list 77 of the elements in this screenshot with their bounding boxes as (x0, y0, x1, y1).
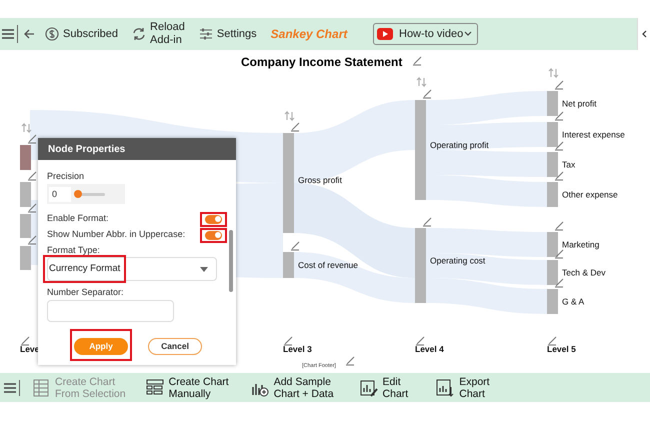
sort-icon (284, 110, 294, 122)
pencil-icon (28, 236, 36, 244)
node-label: Gross profit (298, 175, 342, 185)
toolbar-button[interactable]: Create Chart Manually (146, 376, 229, 400)
node-label: Tax (562, 160, 576, 170)
caret-icon (464, 31, 472, 37)
chart-title: Company Income Statement (241, 54, 402, 71)
dropdown-value: Currency Format (43, 255, 126, 283)
pencil-icon (284, 336, 292, 346)
pencil-icon (20, 336, 30, 346)
field-label: Number Separator: (47, 286, 125, 298)
node-label: Net profit (562, 98, 596, 108)
level-label: Level 5 (547, 344, 576, 354)
pencil-icon (554, 112, 564, 120)
level-label: Level 4 (415, 344, 444, 354)
menu-icon[interactable] (1, 28, 15, 40)
node-label: Interest expense (562, 130, 625, 140)
dollar-coin-icon (45, 27, 59, 41)
pencil-icon (554, 172, 564, 180)
sliders-icon (198, 27, 213, 41)
table-icon (32, 378, 50, 396)
sort-icon (416, 76, 426, 88)
node-label: Operating profit (430, 140, 489, 150)
chevron-left-icon (641, 30, 647, 38)
caret-down-icon (200, 266, 208, 272)
back-arrow-icon[interactable] (23, 28, 35, 40)
app-title: Sankey Chart (270, 26, 348, 43)
pencil-icon (28, 204, 36, 212)
node-label: Other expense (562, 190, 618, 200)
node-label: G & A (562, 296, 584, 306)
form-icon (146, 378, 164, 396)
video-play-icon (377, 28, 393, 40)
node-label: Cost of revenue (298, 260, 358, 270)
pencil-icon (422, 218, 432, 226)
toggle-switch[interactable] (205, 230, 222, 240)
pencil-icon (28, 172, 36, 180)
node-label: Operating cost (430, 256, 486, 266)
pencil-icon (554, 142, 564, 150)
pencil-icon (548, 336, 556, 346)
cancel-button[interactable]: Cancel (148, 338, 202, 355)
number-separator-input[interactable] (47, 300, 174, 322)
pencil-icon (290, 122, 300, 132)
node-label: Marketing (562, 240, 600, 250)
level-label: Leve (20, 344, 40, 354)
toolbar-button[interactable]: Add Sample Chart + Data (250, 376, 334, 400)
toggle-switch[interactable] (205, 214, 222, 224)
precision-input[interactable]: 0 (49, 186, 71, 202)
toolbar-button[interactable]: Settings (198, 27, 257, 41)
node-label: Tech & Dev (562, 268, 606, 278)
pencil-icon (346, 356, 354, 366)
menu-icon[interactable] (3, 382, 17, 394)
pencil-icon (422, 90, 432, 98)
dialog-title: Node Properties (38, 138, 236, 160)
sort-icon (548, 68, 558, 78)
video-dropdown[interactable]: How-to video (373, 23, 478, 45)
chart-export-icon (436, 378, 454, 396)
slider-thumb[interactable] (74, 190, 82, 198)
pencil-icon (554, 250, 564, 258)
field-label: Format Type: (47, 244, 101, 256)
pencil-icon (28, 134, 36, 144)
reload-icon (132, 27, 146, 41)
toolbar-button[interactable]: Export Chart (436, 376, 490, 400)
level-label: Level 3 (283, 344, 312, 354)
toggle-label: Enable Format: (47, 212, 109, 226)
toolbar-button[interactable]: Edit Chart (360, 376, 408, 400)
pencil-icon (412, 56, 422, 66)
pencil-icon (554, 80, 564, 90)
pencil-icon (290, 242, 300, 250)
chart-edit-icon (360, 378, 378, 396)
toolbar-button[interactable]: Subscribed (45, 27, 118, 41)
sort-icon (22, 122, 32, 134)
pencil-icon (416, 336, 424, 346)
toggle-label: Show Number Abbr. in Uppercase: (47, 228, 186, 242)
pencil-icon (554, 222, 564, 230)
pencil-icon (554, 278, 564, 288)
toolbar-button[interactable]: Reload Add-in (132, 21, 185, 47)
field-label: Precision (47, 170, 86, 182)
